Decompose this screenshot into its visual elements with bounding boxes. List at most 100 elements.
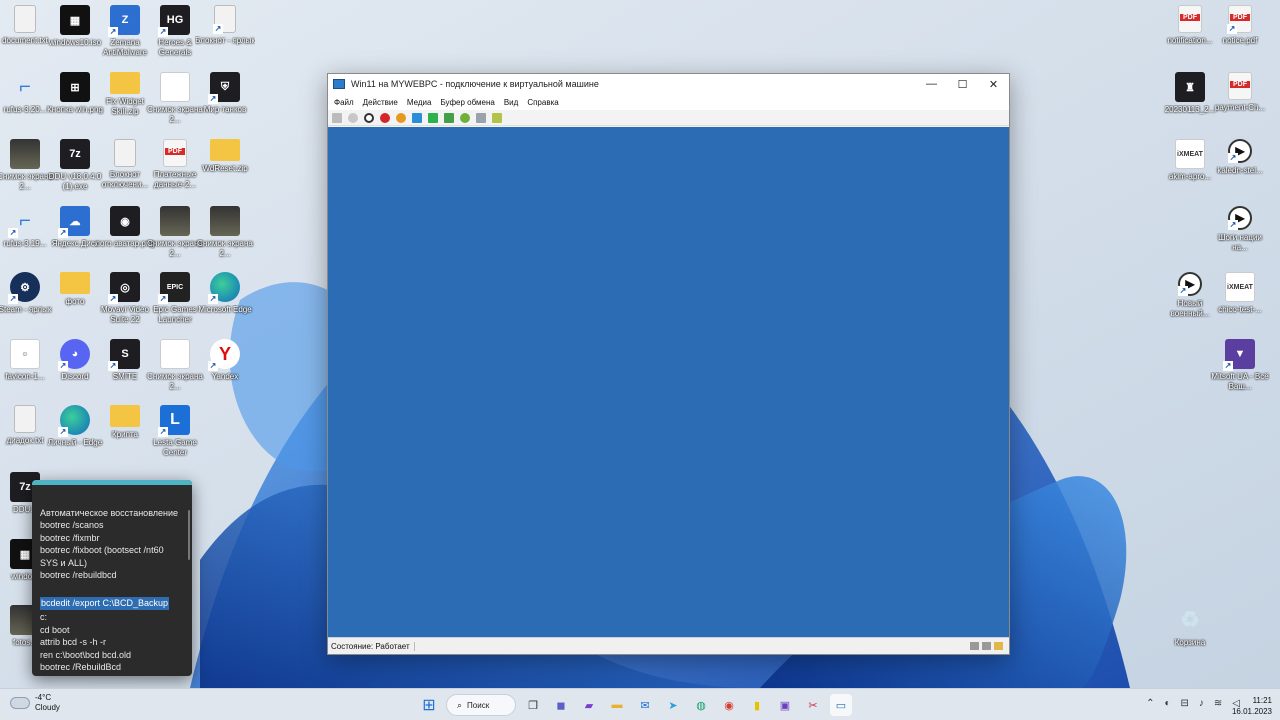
white-icon: ☺ [10,339,40,369]
notes-scrollbar[interactable] [188,510,190,560]
weather-desc: Cloudy [35,703,60,712]
wifi-icon[interactable]: ≋ [1214,698,1222,709]
desktop-icon[interactable]: ▶ kaledn-stel... [1210,139,1270,201]
note-line: c: [40,612,48,623]
minimize-button[interactable]: — [916,74,947,94]
note-line: bootrec /fixboot (bootsect /nt60 [40,545,164,556]
vm-app-icon [333,79,345,89]
desktop-icon[interactable]: notice.pdf [1210,5,1270,67]
img-icon [210,206,240,236]
desktop-icon-label: Снимок экрана 2... [197,239,253,258]
close-button[interactable]: ✕ [978,74,1009,94]
desktop-icon[interactable]: ▼Mitsoft UA - Всё Ваш... [1210,339,1270,401]
desktop-icon-label: kaledn-stel... [1217,166,1263,175]
defender-icon[interactable]: ◐ [1164,698,1170,709]
folder-icon [60,272,90,294]
edge-icon[interactable]: ◍ [690,694,712,716]
pdf-icon [1228,72,1252,100]
note-line: bootrec /RebuildBcd [40,662,122,673]
clock[interactable]: 11:21 16.01.2023 [1232,695,1272,717]
vm-display[interactable] [328,127,1009,637]
taskbar: -4°C Cloudy ⊞ ⌕ Поиск ❐ ◼ ▰ ▬ ✉ ➤ ◍ ◉ ▮ … [0,688,1280,720]
desktop-icon[interactable]: LLesta Game Center [145,405,205,467]
resume-icon[interactable] [428,112,438,123]
network-icon[interactable]: ⊟ [1181,698,1189,709]
dark-icon: ⛨ [208,72,240,104]
chevron-up-icon[interactable]: ⌃ [1146,698,1154,709]
shutdown-icon[interactable] [380,112,390,123]
epic-icon: EPIC [158,272,190,304]
vm-connection-window[interactable]: Win11 на MYWEBPC - подключение к виртуал… [327,73,1010,655]
snipping-tool-icon[interactable]: ✂ [802,694,824,716]
teams-icon[interactable]: ◼ [550,694,572,716]
sticky-notes-popup[interactable]: Автоматическое восстановление bootrec /s… [32,480,192,676]
dark-icon: ◎ [108,272,140,304]
menu-clipboard[interactable]: Буфер обмена [440,98,494,107]
taskbar-search[interactable]: ⌕ Поиск [446,694,516,716]
note-line: bootrec /rebuildbcd [40,570,117,581]
microphone-icon[interactable]: ♪ [1199,698,1204,709]
taskbar-apps: ⊞ ⌕ Поиск ❐ ◼ ▰ ▬ ✉ ➤ ◍ ◉ ▮ ▣ ✂ ▭ [418,693,852,717]
desktop-icon-label: Yandex [211,372,239,381]
sticky-notes-icon[interactable]: ▮ [746,694,768,716]
desktop-icon-label: Корзина [1174,638,1206,647]
menu-help[interactable]: Справка [527,98,558,107]
mouse-icon [982,642,991,650]
share-icon[interactable] [492,112,502,123]
save-state-icon[interactable] [396,112,406,123]
desktop-icon[interactable]: Снимок экрана 2... [195,206,255,268]
file-explorer-icon[interactable]: ▬ [606,694,628,716]
maximize-button[interactable]: ☐ [947,74,978,94]
task-view-icon[interactable]: ❐ [522,694,544,716]
start-button[interactable]: ⊞ [418,694,440,716]
folder-icon [210,139,240,161]
note-line: attrib bcd -s -h -r [40,637,107,648]
start-icon[interactable] [348,112,358,123]
usb-icon: ⌐ [19,75,31,98]
desktop-icon-label: Mitsoft UA - Всё Ваш... [1211,372,1269,391]
desktop-icon[interactable]: ▶ Шоги нации на... [1210,206,1270,268]
desktop-icon[interactable]: iXMEAT chico-test-... [1210,272,1270,334]
desktop-icon[interactable]: ♻ Корзина [1160,605,1220,667]
white-icon [160,72,190,102]
pause-icon[interactable] [412,112,422,123]
menu-file[interactable]: Файл [334,98,354,107]
turn-off-icon[interactable] [364,112,374,123]
video-icon: ▶ [1178,272,1202,296]
desktop-icon[interactable]: ⛨Мир танков [195,72,255,134]
folder-icon [110,72,140,94]
menu-bar: Файл Действие Медиа Буфер обмена Вид Спр… [328,94,1009,110]
keyboard-icon [970,642,979,650]
ctrl-alt-del-icon[interactable] [332,112,342,123]
menu-media[interactable]: Медиа [407,98,432,107]
window-titlebar[interactable]: Win11 на MYWEBPC - подключение к виртуал… [328,74,1009,94]
note-line: bootrec /fixmbr [40,532,100,543]
white-icon: iXMEAT [1175,139,1205,169]
desktop-icon[interactable]: YYandex [195,339,255,401]
reset-icon[interactable] [444,112,454,123]
hyper-v-icon[interactable]: ▭ [830,694,852,716]
mail-icon[interactable]: ✉ [634,694,656,716]
menu-view[interactable]: Вид [504,98,518,107]
window-title: Win11 на MYWEBPC - подключение к виртуал… [351,79,599,89]
weather-temp: -4°C [35,693,52,702]
menu-action[interactable]: Действие [363,98,398,107]
note-line: Автоматическое восстановление [40,508,179,518]
clock-date: 16.01.2023 [1231,707,1272,716]
checkpoint-icon[interactable] [460,112,470,123]
weather-widget[interactable]: -4°C Cloudy [10,693,60,713]
blue-icon: Z [108,5,140,37]
img-icon [10,139,40,169]
photos-icon[interactable]: ▣ [774,694,796,716]
desktop-icon[interactable]: payment-Ch... [1210,72,1270,134]
desktop-icon[interactable]: Microsoft Edge [195,272,255,334]
widgets-icon[interactable]: ▰ [578,694,600,716]
chrome-icon[interactable]: ◉ [718,694,740,716]
folder-icon [110,405,140,427]
lcenter-icon: L [158,405,190,437]
notes-content[interactable]: Автоматическое восстановление bootrec /s… [32,485,192,673]
desktop-icon[interactable]: WdReset.zip [195,139,255,201]
enhanced-session-icon[interactable] [476,112,486,123]
desktop-icon[interactable]: Блокнот - ярлык [195,5,255,67]
telegram-icon[interactable]: ➤ [662,694,684,716]
